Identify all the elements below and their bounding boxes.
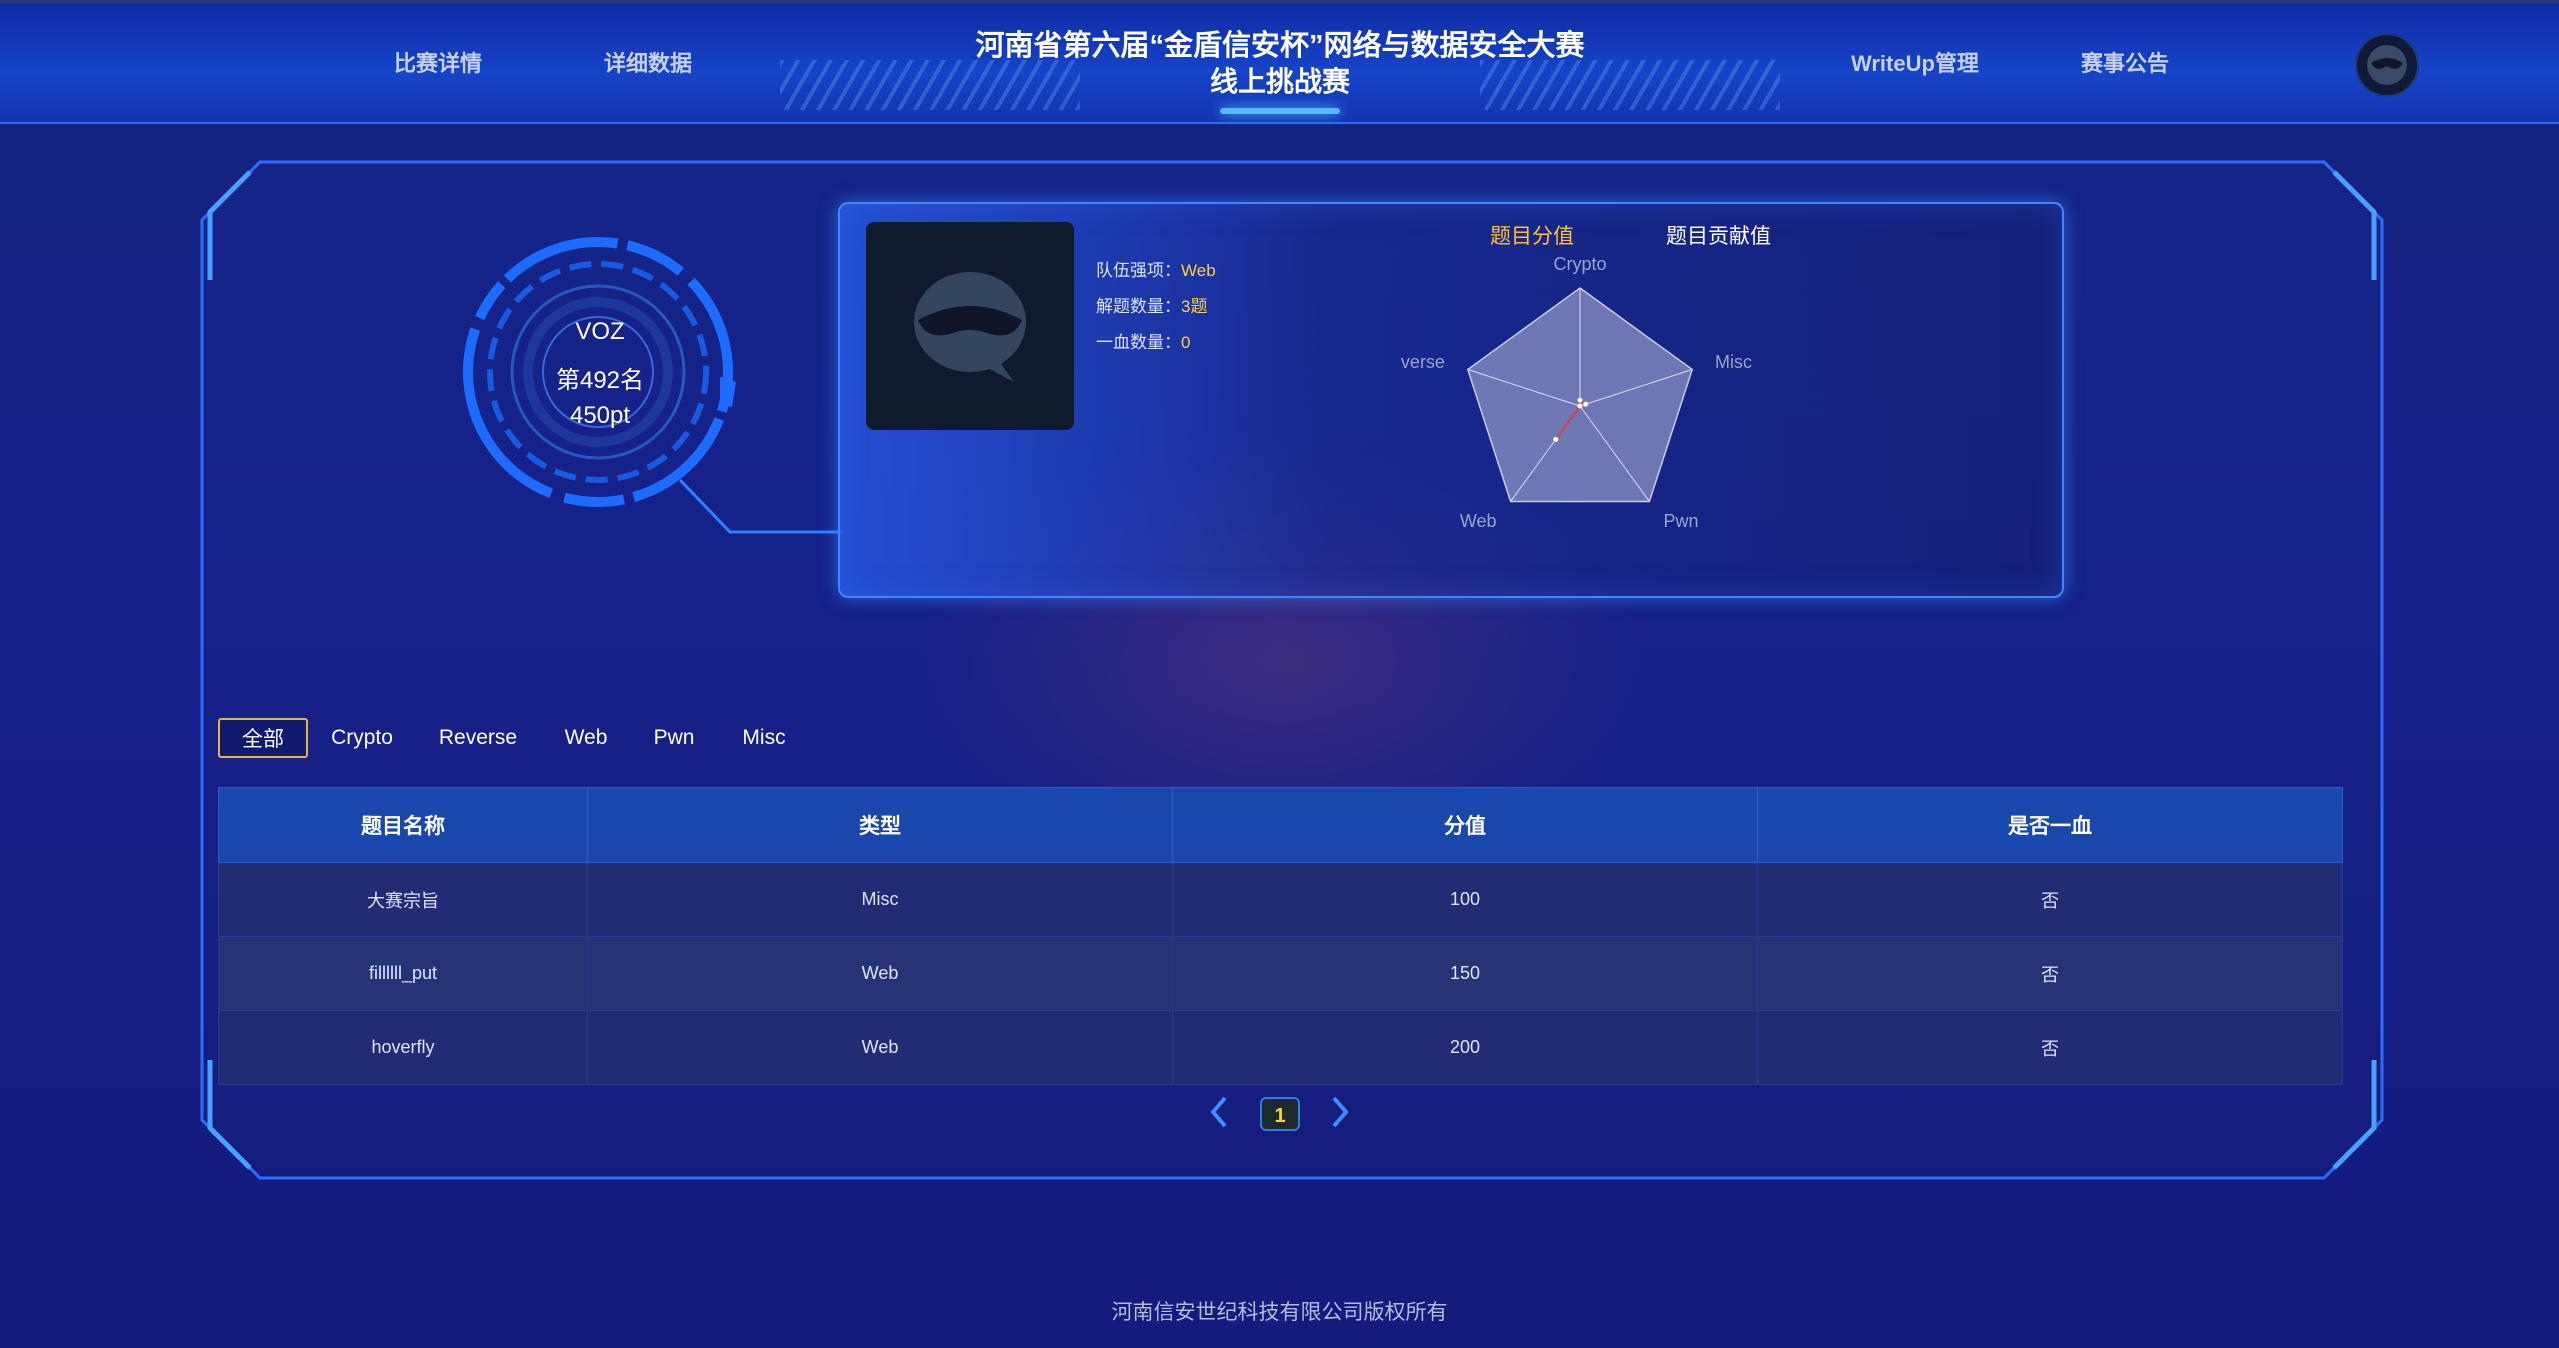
radar-value-point — [1577, 403, 1583, 409]
column-header-score: 分值 — [1172, 787, 1758, 863]
radar-value-point — [1553, 436, 1559, 442]
column-header-name: 题目名称 — [218, 787, 588, 863]
competition-subtitle: 线上挑战赛 — [1209, 66, 1350, 97]
nav-match-details[interactable]: 比赛详情 — [394, 46, 482, 78]
radar-chart: Crypto Misc Pwn Web Reverse — [1400, 254, 1752, 531]
column-header-first-blood: 是否一血 — [1757, 787, 2343, 863]
first-blood-count: 一血数量：0 — [1096, 333, 1191, 352]
top-header: 比赛详情 详细数据 河南省第六届“金盾信安杯”网络与数据安全大赛 线上挑战赛 W… — [0, 0, 2559, 124]
radar-axis-label: Pwn — [1663, 511, 1698, 531]
solved-count: 解题数量：3题 — [1096, 297, 1208, 316]
cell-first-blood: 否 — [1757, 862, 2343, 937]
table-row: 大赛宗旨 Misc 100 否 — [218, 862, 2343, 937]
cell-type: Web — [587, 1010, 1173, 1085]
tab-contribution-value[interactable]: 题目贡献值 — [1666, 220, 1771, 250]
cell-first-blood: 否 — [1757, 1010, 2343, 1085]
mask-icon — [2367, 45, 2407, 85]
cell-type: Misc — [587, 862, 1173, 937]
next-page-icon[interactable] — [1328, 1094, 1352, 1130]
cell-score: 200 — [1172, 1010, 1758, 1085]
category-tab-pwn[interactable]: Pwn — [648, 718, 700, 758]
team-points: 450pt — [569, 402, 631, 429]
cell-first-blood: 否 — [1757, 936, 2343, 1011]
category-tab-misc[interactable]: Misc — [736, 718, 792, 758]
mask-icon — [914, 272, 1026, 382]
team-avatar — [866, 222, 1074, 430]
table-row: fillllll_put Web 150 否 — [218, 936, 2343, 1011]
challenge-table: 题目名称 类型 分值 是否一血 大赛宗旨 Misc 100 否 fillllll… — [218, 787, 2343, 1085]
team-info-card: 队伍强项：Web 解题数量：3题 一血数量：0 题目分值 题目贡献值 Crypt… — [838, 202, 2064, 598]
radar-axis-label: Misc — [1715, 352, 1752, 372]
prev-page-icon[interactable] — [1207, 1094, 1231, 1130]
user-avatar[interactable] — [2355, 33, 2419, 97]
competition-title: 河南省第六届“金盾信安杯”网络与数据安全大赛 — [975, 30, 1585, 62]
table-header-row: 题目名称 类型 分值 是否一血 — [218, 787, 2343, 863]
cell-type: Web — [587, 936, 1173, 1011]
cell-name: 大赛宗旨 — [218, 862, 588, 937]
category-tab-reverse[interactable]: Reverse — [432, 718, 524, 758]
page-number-button[interactable]: 1 — [1260, 1097, 1300, 1131]
team-name: VOZ — [575, 318, 625, 345]
title-glow-bar — [1220, 108, 1340, 114]
radar-value-point — [1583, 401, 1589, 407]
header-title: 河南省第六届“金盾信安杯”网络与数据安全大赛 线上挑战赛 — [780, 0, 1780, 122]
nav-announcements[interactable]: 赛事公告 — [2081, 46, 2169, 78]
category-tab-web[interactable]: Web — [558, 718, 614, 758]
cell-score: 100 — [1172, 862, 1758, 937]
nav-detailed-data[interactable]: 详细数据 — [604, 46, 692, 78]
category-tab-crypto[interactable]: Crypto — [322, 718, 402, 758]
radar-axis-label: Reverse — [1400, 352, 1445, 372]
column-header-type: 类型 — [587, 787, 1173, 863]
radar-axis-label: Crypto — [1553, 254, 1606, 274]
nav-writeup-management[interactable]: WriteUp管理 — [1851, 46, 1979, 78]
team-rank: 第492名 — [555, 367, 645, 394]
ring-connector-line — [678, 478, 842, 534]
cell-score: 150 — [1172, 936, 1758, 1011]
table-row: hoverfly Web 200 否 — [218, 1010, 2343, 1085]
radar-value-point — [1577, 397, 1583, 403]
team-strength: 队伍强项：Web — [1096, 261, 1216, 280]
category-tab-all[interactable]: 全部 — [218, 718, 308, 758]
copyright-footer: 河南信安世纪科技有限公司版权所有 — [1111, 1301, 1448, 1324]
cell-name: hoverfly — [218, 1010, 588, 1085]
tab-score-value[interactable]: 题目分值 — [1490, 220, 1574, 250]
cell-name: fillllll_put — [218, 936, 588, 1011]
radar-axis-label: Web — [1460, 511, 1497, 531]
